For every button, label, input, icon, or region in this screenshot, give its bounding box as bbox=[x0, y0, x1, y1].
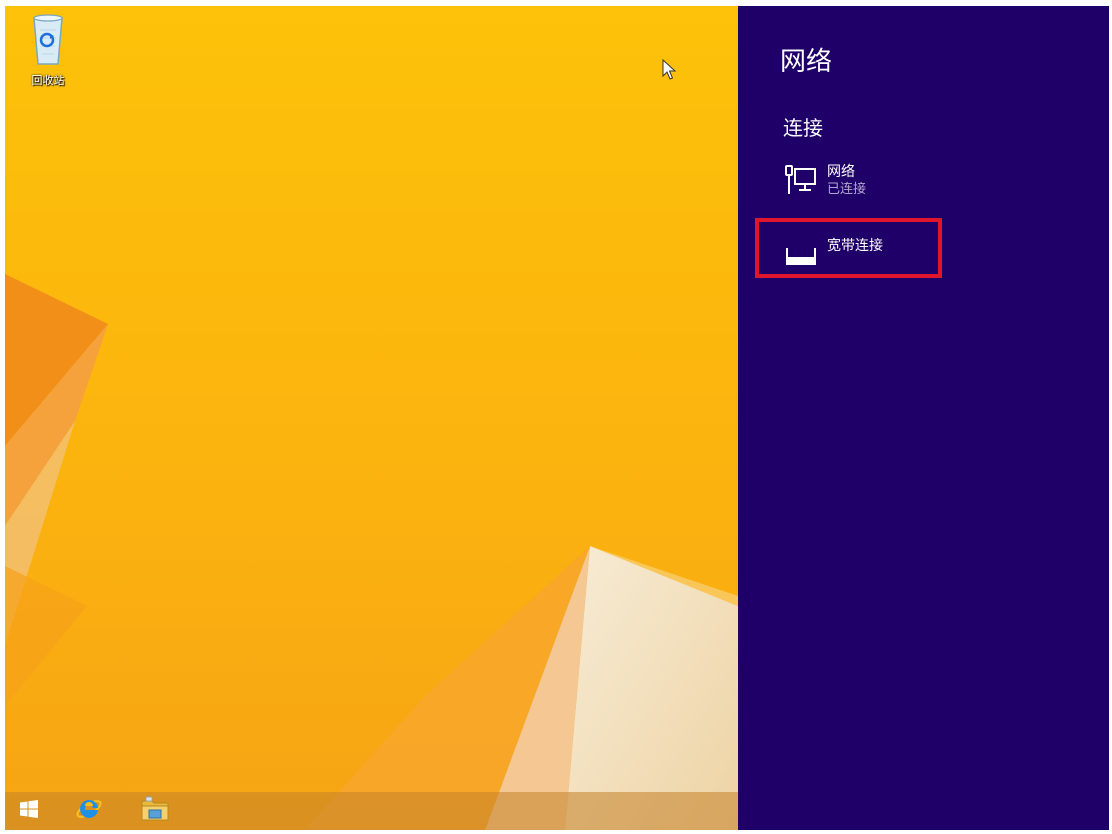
recycle-bin-icon bbox=[28, 12, 68, 68]
taskbar-start-button[interactable] bbox=[9, 794, 49, 828]
connection-name: 网络 bbox=[827, 164, 855, 180]
panel-title: 网络 bbox=[780, 47, 833, 77]
taskbar bbox=[5, 792, 738, 830]
highlight-box bbox=[755, 218, 942, 278]
desktop-icon-label: 回收站 bbox=[31, 74, 65, 87]
mouse-pointer-icon bbox=[662, 58, 677, 85]
desktop-icon-recycle-bin[interactable]: 回收站 bbox=[23, 12, 73, 88]
wallpaper bbox=[5, 6, 738, 830]
taskbar-internet-explorer-button[interactable] bbox=[69, 794, 109, 828]
wired-network-icon bbox=[783, 164, 819, 198]
internet-explorer-icon bbox=[74, 794, 104, 828]
file-explorer-icon bbox=[140, 795, 170, 827]
desktop[interactable]: 回收站 bbox=[5, 6, 738, 830]
connections-section-title: 连接 bbox=[783, 116, 823, 140]
connection-status: 已连接 bbox=[827, 182, 867, 197]
screen: 回收站 网络 连接 网络 已连接 宽带连接 bbox=[5, 6, 1109, 830]
network-charm-panel: 网络 连接 网络 已连接 宽带连接 bbox=[738, 6, 1109, 830]
windows-start-icon bbox=[19, 799, 39, 823]
taskbar-file-explorer-button[interactable] bbox=[135, 794, 175, 828]
connection-item-network[interactable]: 网络 已连接 bbox=[783, 164, 963, 208]
